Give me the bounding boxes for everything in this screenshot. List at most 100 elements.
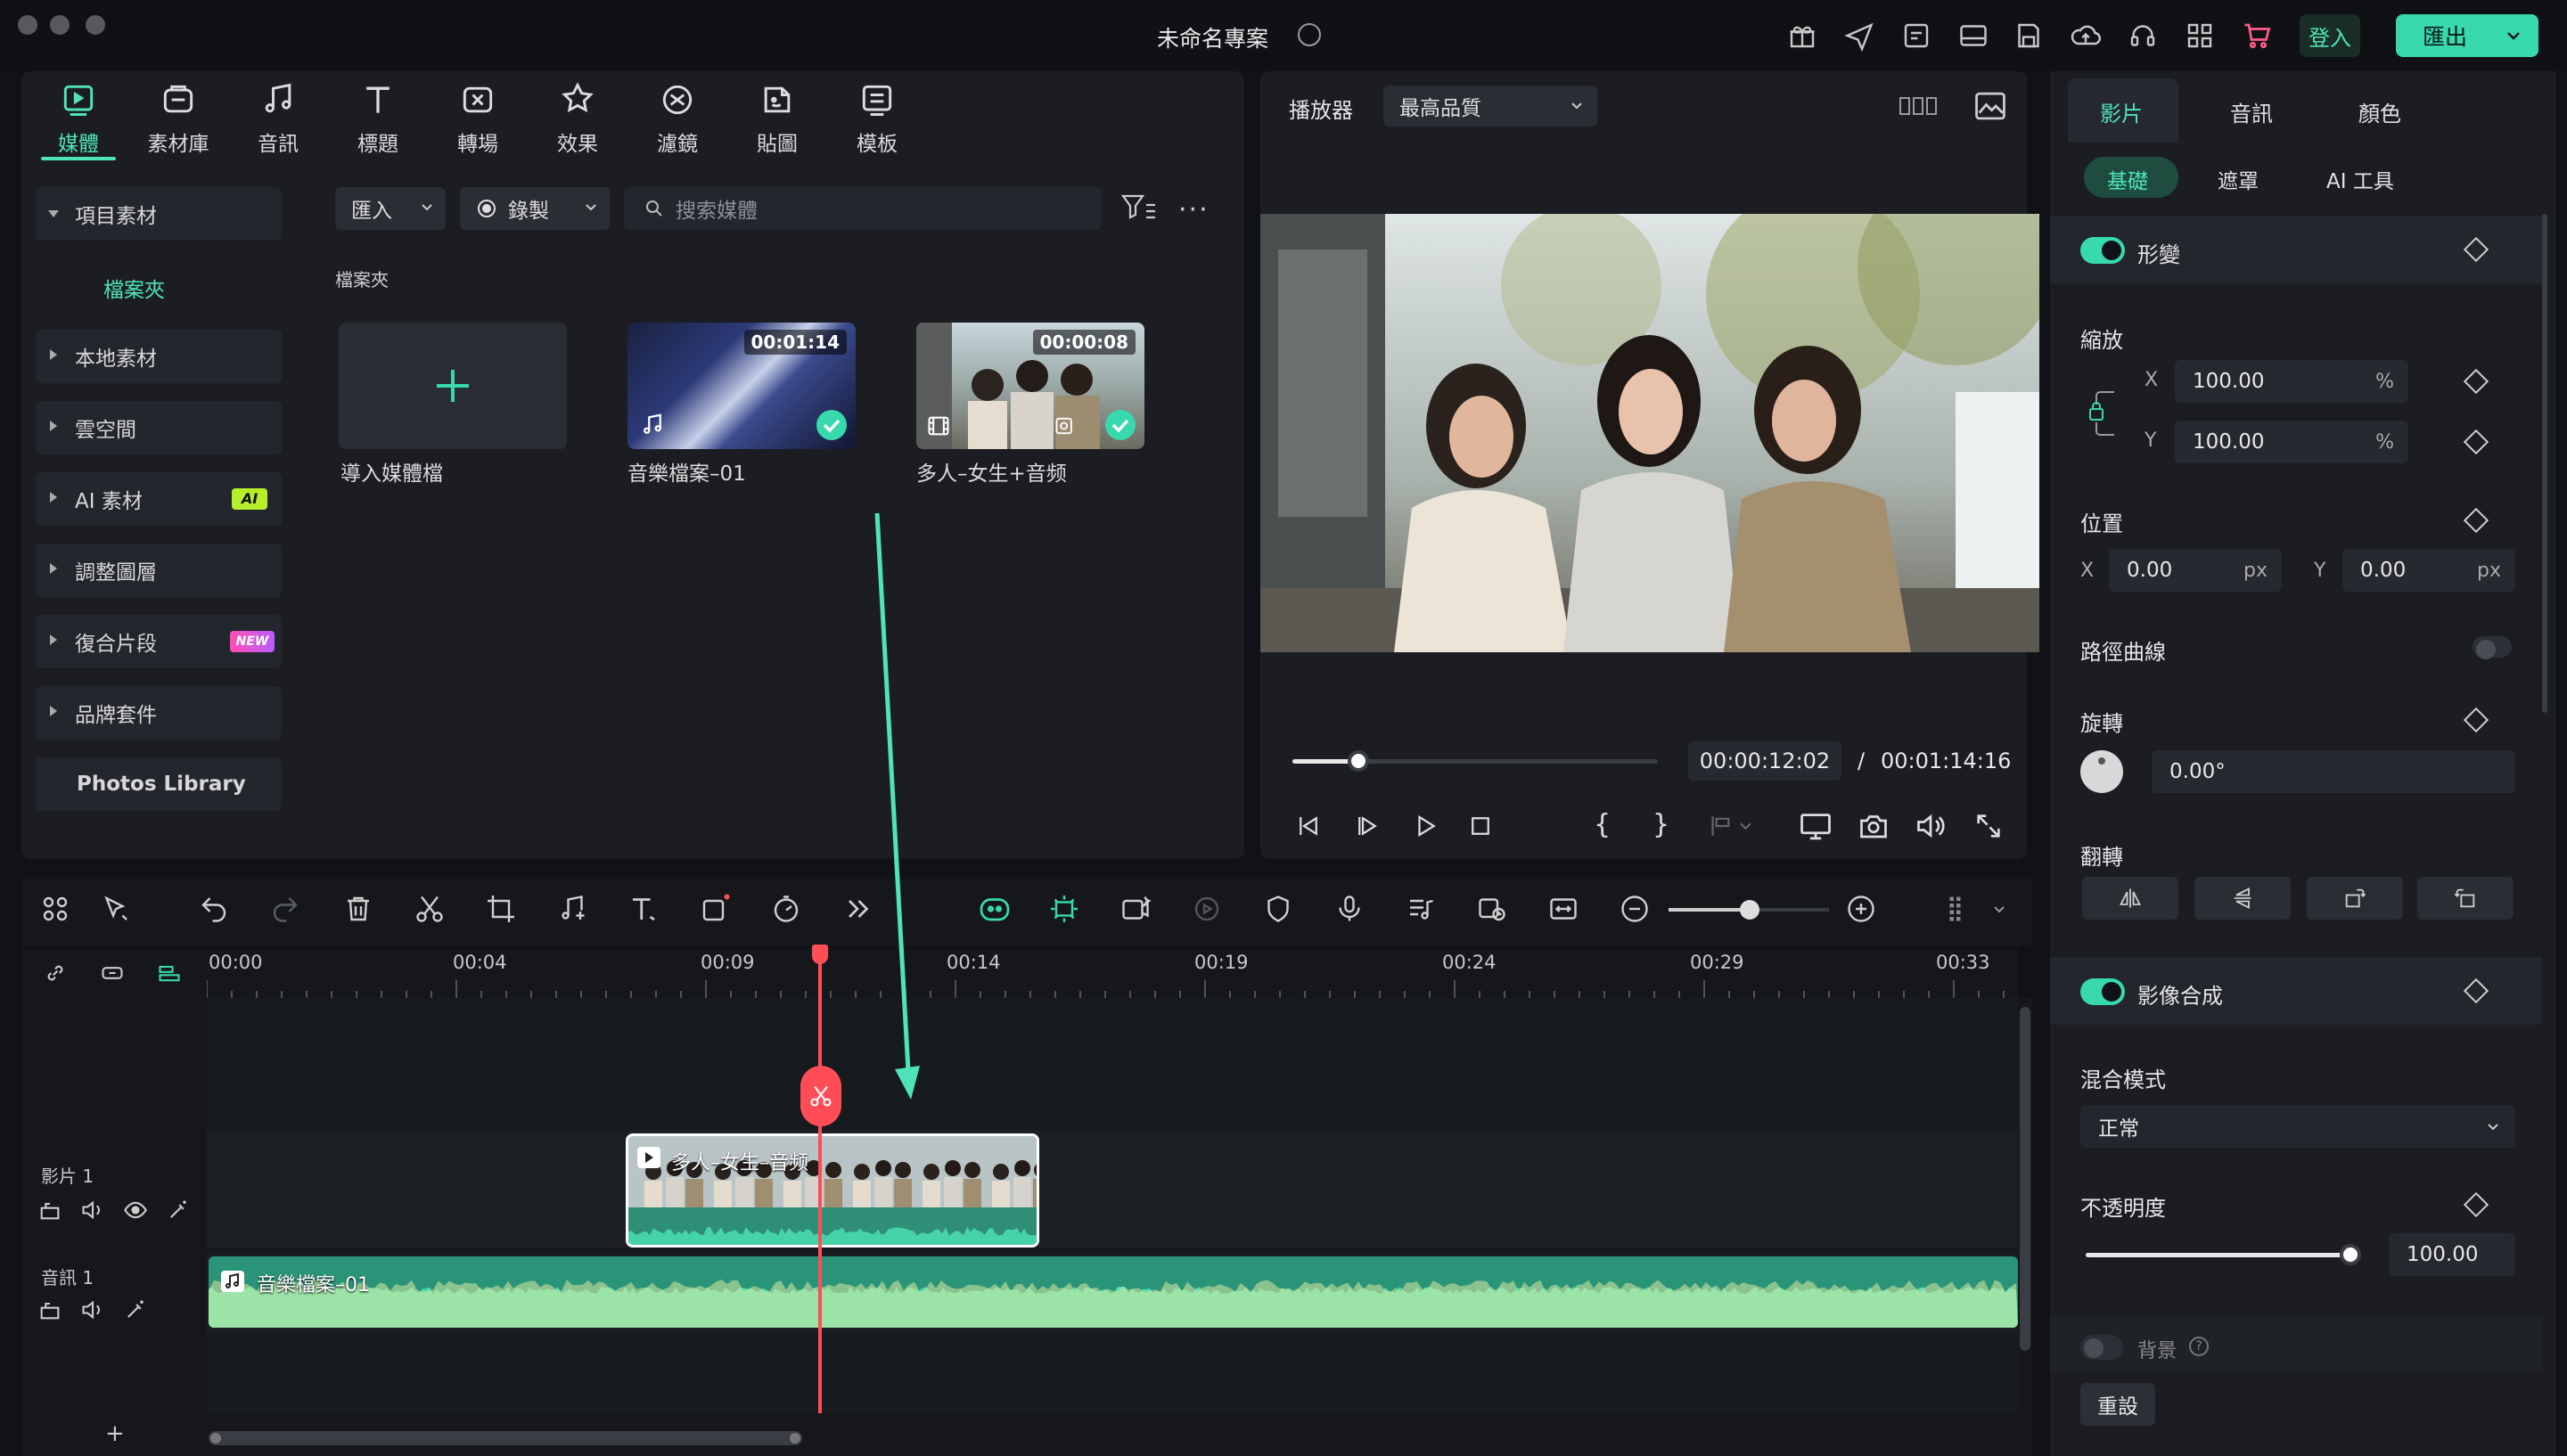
tab-templates[interactable]: 模板 bbox=[832, 80, 922, 157]
timeline-horizontal-scrollbar[interactable] bbox=[209, 1431, 802, 1445]
layout-icon[interactable] bbox=[1957, 20, 1989, 52]
chevron-down-icon[interactable] bbox=[1993, 905, 2005, 914]
media-thumb-video[interactable]: 00:00:08 bbox=[916, 323, 1144, 449]
track-lock-icon[interactable] bbox=[37, 1297, 62, 1322]
audio-clip[interactable]: 音樂檔案–01 bbox=[209, 1256, 2018, 1328]
background-toggle[interactable] bbox=[2080, 1335, 2123, 1360]
export-button[interactable]: 匯出 bbox=[2396, 14, 2538, 57]
zoom-in-icon[interactable] bbox=[1845, 893, 1877, 925]
delete-icon[interactable] bbox=[342, 893, 374, 925]
lock-aspect-icon[interactable] bbox=[2086, 380, 2121, 447]
tab-stickers[interactable]: 貼圖 bbox=[733, 80, 822, 157]
audio-edit-icon[interactable] bbox=[556, 893, 588, 925]
render-preview-icon[interactable] bbox=[1191, 893, 1223, 925]
login-button[interactable]: 登入 bbox=[2300, 14, 2360, 57]
snapshot-image-icon[interactable] bbox=[1973, 91, 2007, 121]
path-curve-toggle[interactable] bbox=[2473, 636, 2512, 659]
sidebar-item-folder[interactable]: 檔案夾 bbox=[103, 273, 165, 303]
tab-audio[interactable]: 音訊 bbox=[234, 80, 323, 157]
scale-x-input[interactable]: 100.00 % bbox=[2175, 360, 2408, 403]
mark-out-icon[interactable]: } bbox=[1653, 809, 1669, 840]
previous-frame-icon[interactable] bbox=[1294, 813, 1323, 839]
rotate-counterclockwise-button[interactable] bbox=[2417, 877, 2514, 920]
zoom-out-icon[interactable] bbox=[1619, 893, 1651, 925]
grid-view-icon[interactable] bbox=[1899, 93, 1938, 119]
video-preview[interactable] bbox=[1260, 214, 2039, 652]
tab-media[interactable]: 媒體 bbox=[34, 80, 123, 157]
rotate-dial[interactable] bbox=[2080, 750, 2123, 793]
quality-dropdown[interactable]: 最高品質 bbox=[1383, 86, 1597, 127]
audio-list-icon[interactable] bbox=[1405, 893, 1437, 925]
crop-icon[interactable] bbox=[485, 893, 517, 925]
add-track-button[interactable]: + bbox=[105, 1420, 125, 1447]
sidebar-item-project-media[interactable]: 項目素材 bbox=[36, 187, 282, 241]
auto-highlight-icon[interactable] bbox=[1048, 893, 1080, 925]
reset-button[interactable]: 重設 bbox=[2080, 1383, 2155, 1426]
volume-icon[interactable] bbox=[1915, 811, 1947, 841]
transform-toggle[interactable] bbox=[2080, 237, 2125, 264]
minimize-window-button[interactable] bbox=[50, 15, 70, 35]
subtab-basic[interactable]: 基礎 bbox=[2107, 164, 2148, 194]
sidebar-item-adjustment-layer[interactable]: 調整圖層 bbox=[36, 544, 282, 597]
tab-stock[interactable]: 素材庫 bbox=[134, 80, 223, 157]
insert-clip-icon[interactable] bbox=[1708, 813, 1754, 839]
tab-effects[interactable]: 效果 bbox=[533, 80, 622, 157]
playback-progress-track[interactable] bbox=[1292, 750, 1658, 772]
ai-video-icon[interactable] bbox=[1119, 893, 1152, 925]
tab-titles[interactable]: 標題 bbox=[333, 80, 422, 157]
shape-tool-icon[interactable] bbox=[699, 893, 731, 925]
sidebar-item-local[interactable]: 本地素材 bbox=[36, 330, 282, 383]
zoom-slider[interactable] bbox=[1669, 900, 1829, 920]
display-monitor-icon[interactable] bbox=[1799, 811, 1833, 841]
cloud-upload-icon[interactable] bbox=[2070, 20, 2102, 52]
group-clip-icon[interactable] bbox=[100, 961, 125, 986]
tab-filters[interactable]: 濾鏡 bbox=[633, 80, 722, 157]
media-thumb-music[interactable]: 00:01:14 bbox=[627, 323, 856, 449]
undo-icon[interactable] bbox=[198, 893, 230, 925]
snapshot-clip-icon[interactable] bbox=[1476, 893, 1508, 925]
mark-in-icon[interactable]: { bbox=[1594, 809, 1611, 840]
filter-sort-icon[interactable] bbox=[1121, 192, 1157, 225]
ai-copilot-icon[interactable] bbox=[977, 893, 1010, 925]
link-icon[interactable] bbox=[43, 961, 68, 986]
play-icon[interactable] bbox=[1412, 813, 1440, 839]
rotate-clockwise-button[interactable] bbox=[2307, 877, 2403, 920]
sidebar-item-brand-kit[interactable]: 品牌套件 bbox=[36, 686, 282, 740]
marker-shield-icon[interactable] bbox=[1262, 893, 1294, 925]
feedback-icon[interactable] bbox=[1900, 20, 1932, 52]
zoom-slider-handle[interactable] bbox=[1740, 900, 1759, 920]
sidebar-item-photos-library[interactable]: Photos Library bbox=[36, 757, 282, 811]
tab-audio-inspector[interactable]: 音訊 bbox=[2230, 96, 2273, 127]
position-y-input[interactable]: 0.00 px bbox=[2342, 549, 2515, 592]
gift-icon[interactable] bbox=[1786, 20, 1818, 52]
headset-icon[interactable] bbox=[2127, 20, 2159, 52]
flip-horizontal-button[interactable] bbox=[2082, 877, 2178, 920]
rotate-input[interactable]: 0.00° bbox=[2152, 750, 2515, 793]
playhead-handle[interactable] bbox=[812, 945, 828, 964]
track-lock-icon[interactable] bbox=[37, 1198, 62, 1223]
maximize-window-button[interactable] bbox=[86, 15, 105, 35]
track-mute-icon[interactable] bbox=[80, 1297, 105, 1322]
compositing-toggle[interactable] bbox=[2080, 978, 2125, 1005]
sidebar-item-ai-assets[interactable]: AI 素材 AI bbox=[36, 472, 282, 526]
blend-mode-dropdown[interactable]: 正常 bbox=[2080, 1105, 2515, 1148]
track-height-icon[interactable] bbox=[1943, 893, 1975, 925]
layout-grid-icon[interactable] bbox=[39, 893, 71, 925]
fullscreen-icon[interactable] bbox=[1973, 811, 2004, 841]
play-step-icon[interactable] bbox=[1353, 813, 1382, 839]
import-dropdown[interactable]: 匯入 bbox=[335, 187, 446, 230]
playhead-line[interactable] bbox=[818, 948, 822, 1456]
microphone-icon[interactable] bbox=[1333, 893, 1366, 925]
help-icon[interactable]: ? bbox=[2189, 1337, 2209, 1356]
subtab-mask[interactable]: 遮罩 bbox=[2218, 164, 2259, 194]
fit-width-icon[interactable] bbox=[1547, 893, 1579, 925]
send-icon[interactable] bbox=[1843, 20, 1875, 52]
playhead-split-button[interactable] bbox=[800, 1066, 841, 1126]
background-section-header[interactable] bbox=[2050, 1317, 2542, 1370]
position-x-input[interactable]: 0.00 px bbox=[2109, 549, 2282, 592]
sidebar-item-cloud[interactable]: 雲空間 bbox=[36, 401, 282, 454]
redo-icon[interactable] bbox=[269, 893, 301, 925]
stop-icon[interactable] bbox=[1467, 813, 1494, 839]
apps-grid-icon[interactable] bbox=[2184, 20, 2216, 52]
track-ai-magic-icon[interactable] bbox=[166, 1198, 191, 1223]
